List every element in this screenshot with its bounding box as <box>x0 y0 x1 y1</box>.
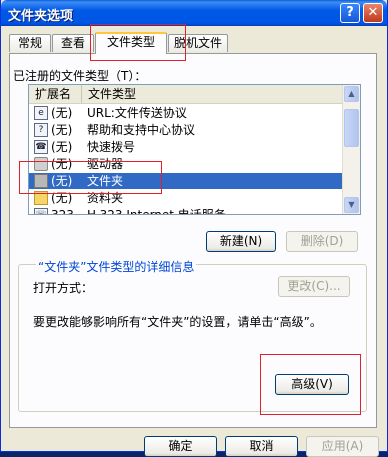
item-extension: (无) <box>51 123 73 137</box>
scroll-down-icon[interactable]: ▼ <box>344 197 359 213</box>
item-type: 快速拨号 <box>87 140 136 154</box>
tab-general[interactable]: 常规 <box>9 34 51 52</box>
registered-types-label: 已注册的文件类型（T）： <box>13 69 147 83</box>
tab-view[interactable]: 查看 <box>52 34 94 52</box>
file-types-list[interactable]: 扩展名 文件类型 e (无) URL:文件传送协议 ? (无) 帮助和支持中心协… <box>28 84 361 215</box>
ok-button[interactable]: 确定 <box>144 436 217 457</box>
window-title: 文件夹选项 <box>8 9 74 24</box>
item-type: 帮助和支持中心协议 <box>87 123 196 137</box>
column-file-type[interactable]: 文件类型 <box>82 85 344 103</box>
column-extension[interactable]: 扩展名 <box>29 85 82 103</box>
speed-dial-icon: ☎ <box>34 140 48 154</box>
scroll-thumb[interactable] <box>344 109 359 147</box>
list-item[interactable]: ☏ 323 H.323 Internet 电话服务 <box>29 207 344 215</box>
apply-button[interactable]: 应用(A) <box>306 436 379 457</box>
new-button[interactable]: 新建(N) <box>206 231 276 252</box>
item-extension: (无) <box>51 106 73 120</box>
item-type: H.323 Internet 电话服务 <box>87 208 226 215</box>
list-item[interactable]: ? (无) 帮助和支持中心协议 <box>29 122 344 138</box>
close-button[interactable]: ✕ <box>363 3 383 23</box>
list-scrollbar[interactable]: ▲ ▼ <box>342 85 360 214</box>
highlight-box <box>19 161 162 194</box>
list-item[interactable]: e (无) URL:文件传送协议 <box>29 105 344 121</box>
help-button[interactable]: ? <box>340 3 360 23</box>
details-group-title: “文件夹”文件类型的详细信息 <box>36 258 197 275</box>
help-protocol-icon: ? <box>34 123 48 137</box>
highlight-box <box>260 354 361 415</box>
details-description: 要更改能够影响所有“文件夹”的设置，请单击“高级”。 <box>33 315 322 329</box>
tab-file-types[interactable]: 文件类型 <box>95 32 167 54</box>
open-with-label: 打开方式： <box>33 281 94 295</box>
scroll-up-icon[interactable]: ▲ <box>344 86 359 102</box>
delete-button[interactable]: 删除(D) <box>286 231 358 252</box>
folder-options-window: 文件夹选项 ? ✕ 常规 查看 文件类型 脱机文件 已注册的文件类型（T）： 扩… <box>0 0 388 457</box>
item-type: URL:文件传送协议 <box>87 106 187 120</box>
list-item[interactable]: ☎ (无) 快速拨号 <box>29 139 344 155</box>
item-extension: 323 <box>51 208 74 215</box>
list-header: 扩展名 文件类型 <box>29 85 344 104</box>
change-button[interactable]: 更改(C)... <box>278 276 350 297</box>
item-extension: (无) <box>51 140 73 154</box>
url-icon: e <box>34 106 48 120</box>
title-bar[interactable]: 文件夹选项 ? ✕ <box>1 0 387 26</box>
h323-icon: ☏ <box>34 208 48 214</box>
cancel-button[interactable]: 取消 <box>225 436 298 457</box>
